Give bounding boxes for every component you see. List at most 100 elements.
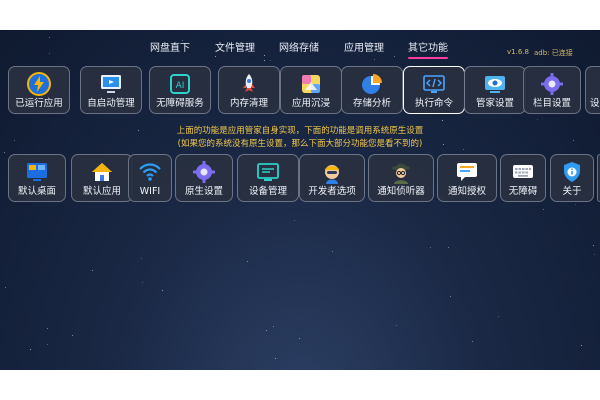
tile-label: 应用沉浸 [291, 98, 330, 109]
monitor-icon [101, 75, 121, 93]
star [294, 220, 295, 221]
star [142, 282, 143, 283]
home-icon [92, 163, 112, 181]
tile-label: WIFI [139, 186, 161, 197]
star [450, 296, 451, 297]
device-icon [257, 163, 279, 181]
tab-file-manager[interactable]: 文件管理 [215, 39, 255, 54]
gallery-icon [302, 75, 320, 93]
tile-label: 开发者选项 [308, 186, 356, 197]
code-terminal-icon [423, 75, 445, 93]
tile-storage-analysis[interactable]: 存储分析 [341, 66, 403, 114]
tile-default-apps[interactable]: 默认应用 [71, 154, 133, 202]
tile-label: 原生设置 [184, 186, 223, 197]
star [396, 325, 397, 326]
ai-icon: AI [170, 74, 190, 94]
tile-label: 关于 [562, 186, 582, 197]
tile-autostart-manager[interactable]: 自启动管理 [80, 66, 142, 114]
tab-cloud-download[interactable]: 网盘直下 [150, 39, 190, 54]
star [162, 290, 163, 291]
star [594, 254, 595, 255]
tile-notification-listener[interactable]: 通知侦听器 [368, 154, 434, 202]
star [299, 338, 300, 339]
notice-line-1: 上面的功能是应用管家自身实现，下面的功能是调用系统原生设置 [176, 126, 424, 136]
star [448, 247, 449, 248]
tile-label: 执行命令 [414, 98, 453, 109]
tile-label: 无障碍服务 [156, 98, 204, 109]
star [463, 149, 464, 150]
developer-icon [325, 165, 339, 184]
tile-label: 自启动管理 [87, 98, 135, 109]
message-icon [457, 163, 477, 181]
star [266, 330, 267, 331]
shield-info-icon [564, 162, 580, 182]
tile-label: 管家设置 [475, 98, 514, 109]
gear-icon [541, 73, 563, 95]
star [472, 341, 473, 342]
tile-memory-cleanup[interactable]: 内存清理 [218, 66, 280, 114]
tile-developer-options[interactable]: 开发者选项 [299, 154, 365, 202]
star [5, 287, 6, 288]
star [593, 245, 594, 246]
tile-running-apps[interactable]: 已运行应用 [8, 66, 70, 114]
star [275, 358, 276, 359]
star [575, 204, 576, 205]
star [374, 59, 375, 60]
keyboard-icon [513, 165, 533, 178]
tile-label: 默认应用 [82, 186, 121, 197]
star [537, 119, 538, 120]
app-screen: 网盘直下 文件管理 网络存储 应用管理 其它功能 v1.6.8 adb: 已连接… [0, 30, 600, 370]
star [30, 349, 31, 350]
tile-label: 无障碍 [508, 186, 538, 197]
version-label: v1.6.8 [507, 48, 529, 56]
tab-network-storage[interactable]: 网络存储 [279, 39, 319, 54]
star [72, 335, 73, 336]
tab-app-manager[interactable]: 应用管理 [344, 39, 384, 54]
detective-icon [392, 163, 410, 184]
tile-device-manager[interactable]: 设备管理 [237, 154, 299, 202]
tile-default-desktop[interactable]: 默认桌面 [8, 154, 66, 202]
tile-native-settings[interactable]: 原生设置 [175, 154, 233, 202]
tile-wifi[interactable]: WIFI [128, 154, 172, 202]
eye-settings-icon [485, 76, 505, 93]
star [247, 261, 248, 262]
star [581, 345, 582, 346]
pie-chart-icon [362, 74, 382, 94]
tile-label: 设 [590, 98, 600, 109]
tile-label: 存储分析 [352, 98, 391, 109]
svg-text:AI: AI [176, 81, 185, 91]
star [141, 258, 142, 259]
tile-accessibility-service[interactable]: AI 无障碍服务 [149, 66, 211, 114]
star [273, 326, 274, 327]
tile-label: 通知侦听器 [377, 186, 425, 197]
desktop-icon [27, 163, 47, 181]
tile-manager-settings[interactable]: 管家设置 [464, 66, 526, 114]
star [543, 209, 544, 210]
tile-app-immersion[interactable]: 应用沉浸 [280, 66, 342, 114]
tile-notification-auth[interactable]: 通知授权 [437, 154, 497, 202]
tile-settings-partial[interactable]: 设 [585, 66, 600, 114]
top-nav: 网盘直下 文件管理 网络存储 应用管理 其它功能 v1.6.8 adb: 已连接 [0, 37, 600, 59]
star [442, 120, 443, 121]
star [498, 316, 499, 317]
tile-label: 已运行应用 [15, 98, 63, 109]
tile-execute-command[interactable]: 执行命令 [403, 66, 465, 114]
rocket-icon [243, 74, 255, 92]
tile-accessibility[interactable]: 无障碍 [500, 154, 546, 202]
tile-column-settings[interactable]: 栏目设置 [523, 66, 581, 114]
wifi-icon [139, 163, 161, 181]
tile-about[interactable]: 关于 [550, 154, 594, 202]
star [4, 152, 5, 153]
adb-status: adb: 已连接 [534, 49, 573, 57]
tab-other-functions[interactable]: 其它功能 [408, 39, 448, 59]
star [92, 270, 93, 271]
tile-label: 栏目设置 [532, 98, 571, 109]
star [332, 251, 333, 252]
star [270, 60, 271, 61]
star [47, 344, 48, 345]
gear-icon [193, 161, 215, 183]
tile-label: 内存清理 [229, 98, 268, 109]
star [47, 328, 48, 329]
tile-label: 设备管理 [248, 186, 287, 197]
tile-label: 通知授权 [447, 186, 486, 197]
